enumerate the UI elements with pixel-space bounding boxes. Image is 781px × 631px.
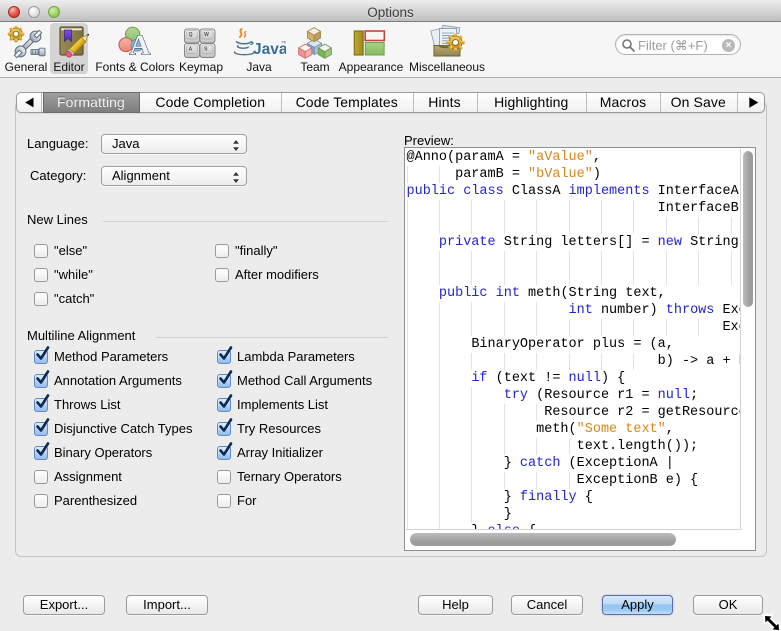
svg-text:™: ™ [281,40,286,47]
svg-text:Q: Q [189,32,193,38]
svg-text:A: A [189,46,193,52]
svg-text:W: W [204,32,209,38]
svg-text:A: A [129,29,150,61]
